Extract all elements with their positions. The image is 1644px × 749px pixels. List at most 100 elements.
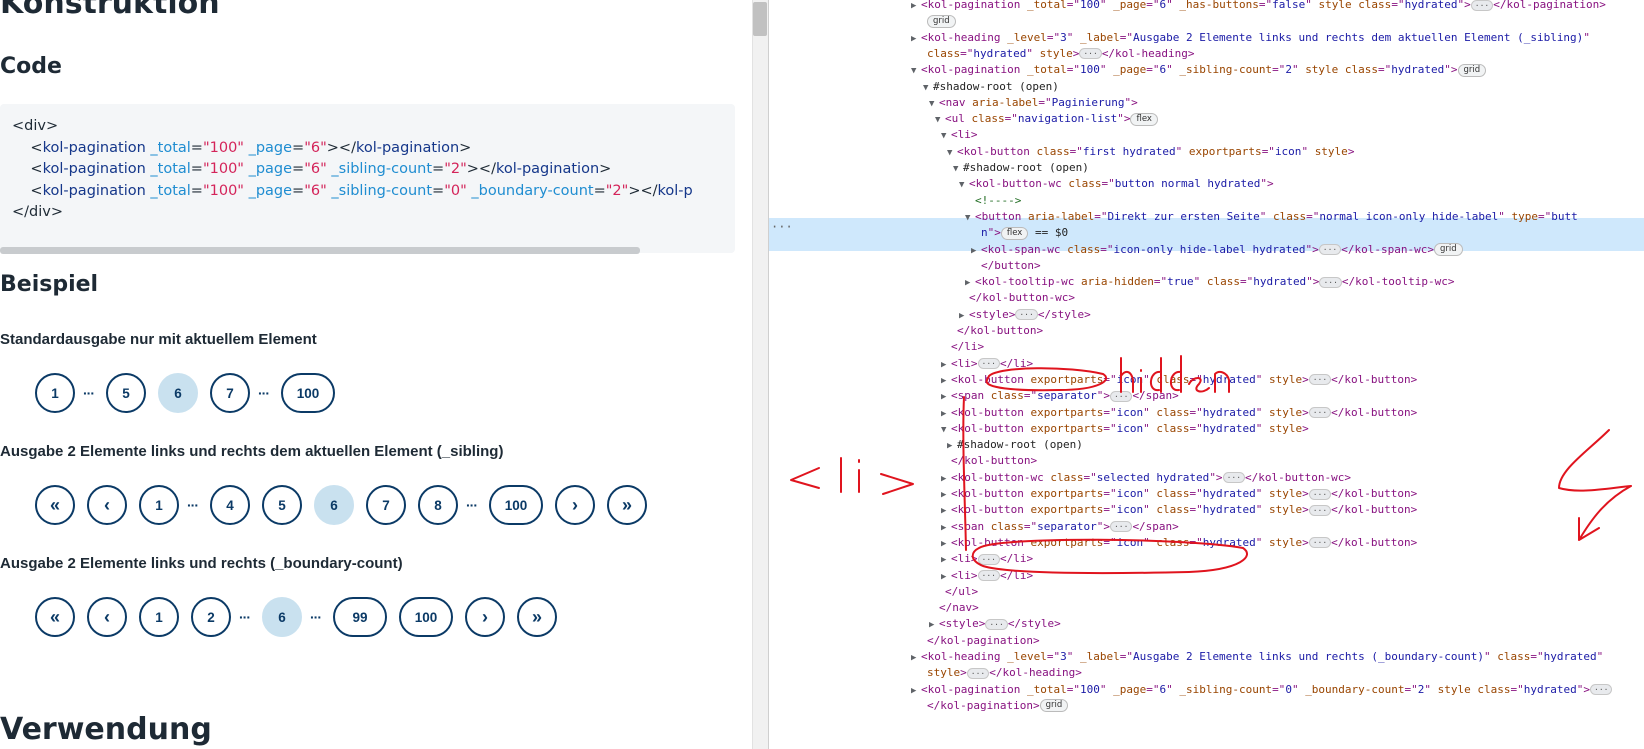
ellipsis-expand-button[interactable]: ··· [1590, 684, 1613, 696]
pagination-page-button[interactable]: 5 [106, 373, 146, 413]
pagination-page-button[interactable]: 7 [366, 485, 406, 525]
ellipsis-expand-button[interactable]: ··· [1109, 521, 1133, 533]
ellipsis-expand-button[interactable]: ··· [1319, 276, 1342, 288]
ellipsis-expand-button[interactable]: ··· [1308, 374, 1332, 386]
layout-badge[interactable]: flex [1000, 226, 1029, 240]
expand-triangle-icon[interactable]: ▶ [965, 275, 975, 291]
previous-page-icon[interactable]: ‹ [87, 597, 127, 637]
dom-node-line[interactable]: ▼ <kol-pagination _total="100" _page="6" … [911, 62, 1487, 79]
dom-node-line[interactable]: ▶ <span class="separator"> ··· </span> [941, 388, 1179, 404]
dom-node-line[interactable]: ▶ <li> ··· </li> [941, 356, 1033, 372]
expand-triangle-icon[interactable]: ▶ [929, 617, 939, 633]
first-page-icon[interactable]: « [35, 597, 75, 637]
layout-badge[interactable]: flex [1130, 112, 1158, 126]
pagination-page-button[interactable]: 2 [191, 597, 231, 637]
page-scrollbar-thumb[interactable] [753, 2, 767, 36]
ellipsis-expand-button[interactable]: ··· [977, 570, 1000, 581]
collapse-triangle-icon[interactable]: ▼ [941, 422, 951, 438]
expand-triangle-icon[interactable]: ▶ [941, 389, 951, 405]
dom-node-line[interactable]: </kol-button-wc> [959, 290, 1075, 306]
pagination-page-button[interactable]: 1 [139, 597, 179, 637]
expand-triangle-icon[interactable]: ▶ [911, 31, 921, 47]
last-page-icon[interactable]: » [517, 597, 557, 637]
dom-node-line[interactable]: ▶ <span class="separator"> ··· </span> [941, 519, 1179, 535]
dom-node-line[interactable]: ▶ <kol-button exportparts="icon" class="h… [941, 372, 1417, 388]
collapse-triangle-icon[interactable]: ▼ [941, 128, 951, 144]
pagination-page-button[interactable]: 99 [333, 597, 387, 637]
page-vertical-scrollbar[interactable] [752, 0, 769, 749]
dom-node-line[interactable]: ▼ <kol-button class="first hydrated" expo… [947, 144, 1354, 160]
next-page-icon[interactable]: › [555, 485, 595, 525]
dom-node-line[interactable]: </kol-pagination> grid [917, 698, 1069, 714]
pagination-page-current[interactable]: 6 [314, 485, 354, 525]
layout-badge[interactable]: grid [1039, 699, 1069, 713]
collapse-triangle-icon[interactable]: ▼ [923, 80, 933, 96]
collapse-triangle-icon[interactable]: ▼ [947, 145, 957, 161]
collapse-triangle-icon[interactable]: ▼ [935, 112, 945, 128]
collapse-triangle-icon[interactable]: ▼ [959, 177, 969, 193]
ellipsis-expand-button[interactable]: ··· [966, 667, 990, 679]
dom-node-line[interactable]: ▼ #shadow-root (open) [923, 79, 1059, 95]
dom-node-line[interactable]: ▼ <li> [941, 127, 978, 143]
expand-triangle-icon[interactable]: ▶ [941, 373, 951, 389]
expand-triangle-icon[interactable]: ▶ [941, 536, 951, 552]
dom-node-line[interactable]: ▶ <style> ··· </style> [929, 616, 1061, 632]
dom-node-line[interactable]: ▶ <kol-span-wc class="icon-only hide-labe… [971, 242, 1463, 258]
ellipsis-expand-button[interactable]: ··· [977, 358, 1000, 370]
dom-node-line[interactable]: ▶ <style> ··· </style> [959, 307, 1091, 323]
previous-page-icon[interactable]: ‹ [87, 485, 127, 525]
collapse-triangle-icon[interactable]: ▼ [965, 210, 975, 226]
first-page-icon[interactable]: « [35, 485, 75, 525]
dom-node-line[interactable]: ▶ <kol-heading _level="3" _label="Ausgabe… [911, 30, 1590, 46]
expand-triangle-icon[interactable]: ▶ [941, 520, 951, 536]
dom-node-line[interactable]: </kol-button> [941, 453, 1037, 469]
dom-node-line[interactable]: </button> [971, 258, 1041, 274]
ellipsis-expand-button[interactable]: ··· [1308, 488, 1332, 500]
expand-triangle-icon[interactable]: ▶ [941, 552, 951, 568]
dom-node-line[interactable]: n"> flex == $0 [971, 225, 1068, 241]
pagination-page-current[interactable]: 6 [158, 373, 198, 413]
expand-triangle-icon[interactable]: ▶ [941, 487, 951, 503]
dom-node-line[interactable]: style> ··· </kol-heading> [917, 665, 1082, 681]
next-page-icon[interactable]: › [465, 597, 505, 637]
layout-badge[interactable]: grid [1457, 63, 1487, 77]
pagination-page-button[interactable]: 100 [281, 373, 335, 413]
ellipsis-expand-button[interactable]: ··· [1079, 48, 1102, 60]
layout-badge[interactable]: grid [927, 14, 956, 28]
dom-node-line[interactable]: ▼ <button aria-label="Direkt zur ersten S… [965, 209, 1578, 225]
dom-node-line[interactable]: </kol-pagination> [917, 633, 1040, 649]
expand-triangle-icon[interactable]: ▶ [941, 471, 951, 487]
dom-node-line[interactable]: ▶ <kol-button-wc class="selected hydrated… [941, 470, 1351, 486]
dom-node-line[interactable]: ▶ <kol-heading _level="3" _label="Ausgabe… [911, 649, 1603, 665]
ellipsis-expand-button[interactable]: ··· [1308, 537, 1332, 549]
pagination-page-button[interactable]: 100 [489, 485, 543, 525]
pagination-page-button[interactable]: 7 [210, 373, 250, 413]
dom-node-line[interactable]: ▶ <kol-button exportparts="icon" class="h… [941, 535, 1417, 551]
expand-triangle-icon[interactable]: ▶ [941, 357, 951, 373]
dom-node-line[interactable]: ▼ <nav aria-label="Paginierung"> [929, 95, 1138, 111]
dom-node-line[interactable]: ▼ <kol-button-wc class="button normal hyd… [959, 176, 1274, 192]
dom-node-line[interactable]: ▶ <li> ··· </li> [941, 551, 1033, 567]
layout-badge[interactable]: grid [1433, 243, 1463, 256]
collapse-triangle-icon[interactable]: ▼ [929, 96, 939, 112]
expand-triangle-icon[interactable]: ▶ [947, 438, 957, 454]
expand-triangle-icon[interactable]: ▶ [911, 0, 921, 14]
dom-node-line[interactable]: </li> [941, 339, 984, 355]
ellipsis-expand-button[interactable]: ··· [985, 618, 1008, 630]
dom-node-line[interactable]: </kol-button> [947, 323, 1043, 339]
dom-node-line[interactable]: ▶ <kol-button exportparts="icon" class="h… [941, 502, 1417, 518]
dom-node-line[interactable]: class="hydrated" style> ··· </kol-heading> [917, 46, 1195, 62]
dom-node-line[interactable]: ▼ #shadow-root (open) [953, 160, 1089, 176]
dom-node-line[interactable]: ▶ <kol-button exportparts="icon" class="h… [941, 405, 1417, 421]
expand-triangle-icon[interactable]: ▶ [911, 683, 921, 699]
ellipsis-expand-button[interactable]: ··· [977, 553, 1000, 565]
collapse-triangle-icon[interactable]: ▼ [911, 63, 921, 79]
devtools-elements-panel[interactable]: ··· ▶ <kol-pagination _total="100" _page=… [768, 0, 1644, 749]
code-horizontal-scrollbar[interactable] [0, 247, 640, 254]
dom-node-line[interactable]: ▼ <ul class="navigation-list"> flex [935, 111, 1158, 127]
dom-node-line[interactable]: ▶ #shadow-root (open) [947, 437, 1083, 453]
last-page-icon[interactable]: » [607, 485, 647, 525]
ellipsis-expand-button[interactable]: ··· [1015, 309, 1038, 321]
ellipsis-expand-button[interactable]: ··· [1318, 244, 1342, 255]
dom-node-line[interactable]: ▶ <kol-pagination _total="100" _page="6" … [911, 0, 1606, 13]
